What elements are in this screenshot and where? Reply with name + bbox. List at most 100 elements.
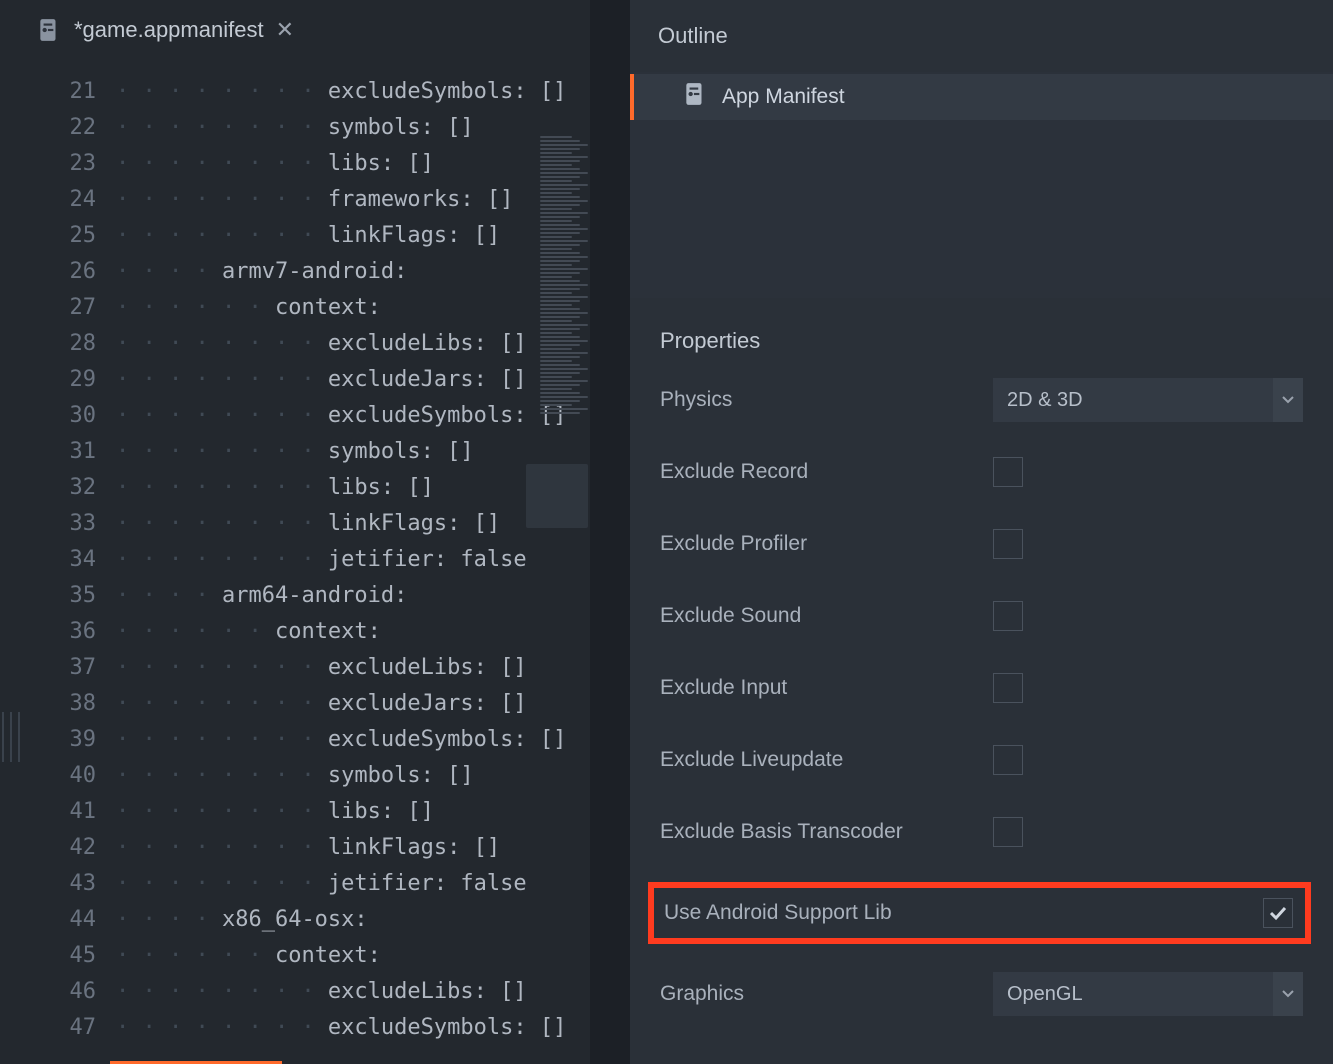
minimap[interactable] [526, 134, 590, 494]
property-label: Exclude Liveupdate [660, 748, 993, 772]
line-number: 25 [0, 218, 96, 254]
outline-header: Outline [630, 0, 1333, 72]
code-line[interactable]: · · · · · · context: [116, 290, 590, 326]
line-number: 23 [0, 146, 96, 182]
code-lines[interactable]: · · · · · · · · excludeSymbols: []· · · … [110, 74, 590, 1064]
line-number: 29 [0, 362, 96, 398]
use-android-support-checkbox[interactable] [1263, 898, 1293, 928]
line-number: 45 [0, 938, 96, 974]
chevron-down-icon [1273, 378, 1303, 422]
right-pane: Outline App Manifest Properties [630, 0, 1333, 1064]
exclude-sound-checkbox[interactable] [993, 601, 1023, 631]
minimap-viewport[interactable] [526, 464, 588, 528]
property-exclude-basis: Exclude Basis Transcoder [660, 810, 1303, 854]
line-number: 26 [0, 254, 96, 290]
code-line[interactable]: · · · · · · · · libs: [] [116, 794, 590, 830]
editor-tab[interactable]: *game.appmanifest ✕ [32, 0, 310, 62]
property-label: Exclude Input [660, 676, 993, 700]
select-value: OpenGL [1007, 983, 1083, 1006]
close-icon[interactable]: ✕ [276, 17, 294, 43]
line-number: 35 [0, 578, 96, 614]
code-line[interactable]: · · · · · · · · libs: [] [116, 470, 590, 506]
outline-title: Outline [658, 23, 728, 49]
physics-select[interactable]: 2D & 3D [993, 378, 1303, 422]
exclude-profiler-checkbox[interactable] [993, 529, 1023, 559]
code-line[interactable]: · · · · armv7-android: [116, 254, 590, 290]
pane-resize-handle[interactable] [2, 712, 24, 762]
line-number: 21 [0, 74, 96, 110]
line-number: 40 [0, 758, 96, 794]
select-value: 2D & 3D [1007, 389, 1083, 412]
code-editor[interactable]: 2122232425262728293031323334353637383940… [0, 62, 590, 1064]
line-number: 42 [0, 830, 96, 866]
line-number: 31 [0, 434, 96, 470]
property-exclude-record: Exclude Record [660, 450, 1303, 494]
code-line[interactable]: · · · · · · context: [116, 938, 590, 974]
line-number: 47 [0, 1010, 96, 1046]
properties-panel: Properties Physics 2D & 3D Exclude Recor… [630, 298, 1333, 1064]
chevron-down-icon [1273, 972, 1303, 1016]
property-physics: Physics 2D & 3D [660, 378, 1303, 422]
manifest-file-icon [682, 81, 708, 113]
code-line[interactable]: · · · · · · context: [116, 614, 590, 650]
line-number: 33 [0, 506, 96, 542]
property-label: Exclude Sound [660, 604, 993, 628]
vertical-splitter[interactable] [590, 0, 630, 1064]
code-line[interactable]: · · · · · · · · excludeSymbols: [] [116, 722, 590, 758]
property-label: Exclude Profiler [660, 532, 993, 556]
graphics-select[interactable]: OpenGL [993, 972, 1303, 1016]
code-line[interactable]: · · · · · · · · linkFlags: [] [116, 218, 590, 254]
line-number: 30 [0, 398, 96, 434]
tab-bar: *game.appmanifest ✕ [0, 0, 590, 62]
code-line[interactable]: · · · · · · · · excludeLibs: [] [116, 974, 590, 1010]
property-label: Exclude Basis Transcoder [660, 820, 993, 844]
property-exclude-liveupdate: Exclude Liveupdate [660, 738, 1303, 782]
line-number: 41 [0, 794, 96, 830]
outline-item-app-manifest[interactable]: App Manifest [630, 74, 1333, 120]
exclude-liveupdate-checkbox[interactable] [993, 745, 1023, 775]
property-use-android-support-highlight: Use Android Support Lib [648, 882, 1311, 944]
manifest-file-icon [36, 17, 62, 43]
line-number: 32 [0, 470, 96, 506]
code-line[interactable]: · · · · · · · · excludeSymbols: [] [116, 74, 590, 110]
outline-panel: App Manifest [630, 72, 1333, 298]
code-line[interactable]: · · · · · · · · linkFlags: [] [116, 506, 590, 542]
tab-title: *game.appmanifest [74, 17, 264, 43]
line-number: 28 [0, 326, 96, 362]
line-number: 46 [0, 974, 96, 1010]
code-line[interactable]: · · · · x86_64-osx: [116, 902, 590, 938]
line-number: 37 [0, 650, 96, 686]
code-line[interactable]: · · · · · · · · jetifier: false [116, 542, 590, 578]
code-line[interactable]: · · · · · · · · excludeSymbols: [] [116, 1010, 590, 1046]
property-label: Physics [660, 388, 993, 412]
code-line[interactable]: · · · · · · · · symbols: [] [116, 110, 590, 146]
code-line[interactable]: · · · · · · · · excludeLibs: [] [116, 650, 590, 686]
code-line[interactable]: · · · · · · · · linkFlags: [] [116, 830, 590, 866]
code-line[interactable]: · · · · · · · · excludeJars: [] [116, 686, 590, 722]
property-label: Graphics [660, 982, 993, 1006]
editor-pane: *game.appmanifest ✕ 21222324252627282930… [0, 0, 590, 1064]
exclude-input-checkbox[interactable] [993, 673, 1023, 703]
code-line[interactable]: · · · · arm64-android: [116, 578, 590, 614]
property-exclude-input: Exclude Input [660, 666, 1303, 710]
code-line[interactable]: · · · · · · · · libs: [] [116, 146, 590, 182]
exclude-basis-checkbox[interactable] [993, 817, 1023, 847]
line-number: 36 [0, 614, 96, 650]
line-number: 27 [0, 290, 96, 326]
code-line[interactable]: · · · · · · · · symbols: [] [116, 434, 590, 470]
properties-title: Properties [660, 298, 1303, 378]
line-number-gutter: 2122232425262728293031323334353637383940… [0, 74, 110, 1064]
line-number: 24 [0, 182, 96, 218]
code-line[interactable]: · · · · · · · · excludeLibs: [] [116, 326, 590, 362]
property-label: Exclude Record [660, 460, 993, 484]
exclude-record-checkbox[interactable] [993, 457, 1023, 487]
code-line[interactable]: · · · · · · · · symbols: [] [116, 758, 590, 794]
line-number: 44 [0, 902, 96, 938]
outline-item-label: App Manifest [722, 85, 845, 109]
code-line[interactable]: · · · · · · · · excludeJars: [] [116, 362, 590, 398]
check-icon [1268, 903, 1288, 923]
code-line[interactable]: · · · · · · · · jetifier: false [116, 866, 590, 902]
property-label: Use Android Support Lib [664, 901, 1263, 925]
code-line[interactable]: · · · · · · · · excludeSymbols: [] [116, 398, 590, 434]
code-line[interactable]: · · · · · · · · frameworks: [] [116, 182, 590, 218]
